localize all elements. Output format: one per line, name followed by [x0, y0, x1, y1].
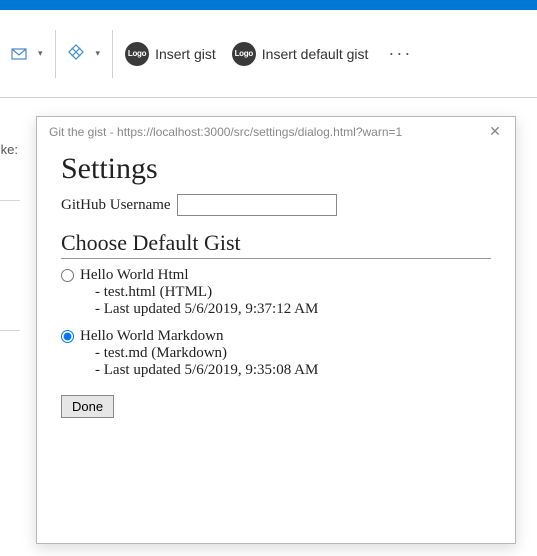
gist-option: Hello World Markdown - test.md (Markdown…	[61, 328, 491, 379]
dialog-body: Settings GitHub Username Choose Default …	[37, 144, 515, 428]
dialog-title-text: Git the gist - https://localhost:3000/sr…	[49, 125, 485, 139]
github-username-input[interactable]	[177, 194, 337, 216]
dialog-titlebar: Git the gist - https://localhost:3000/sr…	[37, 117, 515, 144]
divider	[0, 200, 20, 201]
chevron-down-icon: ▾	[38, 48, 43, 59]
logo-icon: Logo	[125, 42, 149, 66]
button-label: Insert gist	[155, 46, 216, 62]
separator	[55, 30, 56, 78]
ribbon-button-generic-2[interactable]: ▾	[62, 34, 107, 74]
choose-default-heading: Choose Default Gist	[61, 230, 491, 256]
username-label: GitHub Username	[61, 197, 171, 214]
envelope-icon	[10, 44, 30, 64]
settings-dialog: Git the gist - https://localhost:3000/sr…	[36, 116, 516, 544]
gist-radio[interactable]	[61, 269, 74, 282]
settings-heading: Settings	[61, 152, 491, 186]
chevron-down-icon: ▾	[96, 48, 101, 59]
title-bar	[0, 0, 537, 10]
gist-title: Hello World Html	[80, 267, 189, 284]
paint-icon	[68, 44, 88, 64]
ribbon-button-generic-1[interactable]: ▾	[4, 34, 49, 74]
divider	[61, 258, 491, 259]
gist-updated-line: - Last updated 5/6/2019, 9:35:08 AM	[95, 362, 491, 379]
gist-radio-row[interactable]: Hello World Markdown	[61, 328, 491, 345]
more-button[interactable]: ···	[378, 43, 422, 64]
gist-file-line: - test.html (HTML)	[95, 284, 491, 301]
ribbon-toolbar: ▾ ▾ Logo Insert gist Logo Insert default…	[0, 10, 537, 98]
gist-option: Hello World Html - test.html (HTML) - La…	[61, 267, 491, 318]
close-icon[interactable]: ✕	[485, 123, 505, 140]
insert-gist-button[interactable]: Logo Insert gist	[119, 34, 222, 74]
divider	[0, 330, 20, 331]
gist-title: Hello World Markdown	[80, 328, 224, 345]
gist-updated-line: - Last updated 5/6/2019, 9:37:12 AM	[95, 301, 491, 318]
separator	[112, 30, 113, 78]
insert-default-gist-button[interactable]: Logo Insert default gist	[226, 34, 375, 74]
button-label: Insert default gist	[262, 46, 369, 62]
truncated-field-label: ke:	[0, 142, 18, 157]
done-button[interactable]: Done	[61, 395, 114, 418]
logo-icon: Logo	[232, 42, 256, 66]
gist-file-line: - test.md (Markdown)	[95, 345, 491, 362]
gist-radio-row[interactable]: Hello World Html	[61, 267, 491, 284]
gist-radio[interactable]	[61, 330, 74, 343]
